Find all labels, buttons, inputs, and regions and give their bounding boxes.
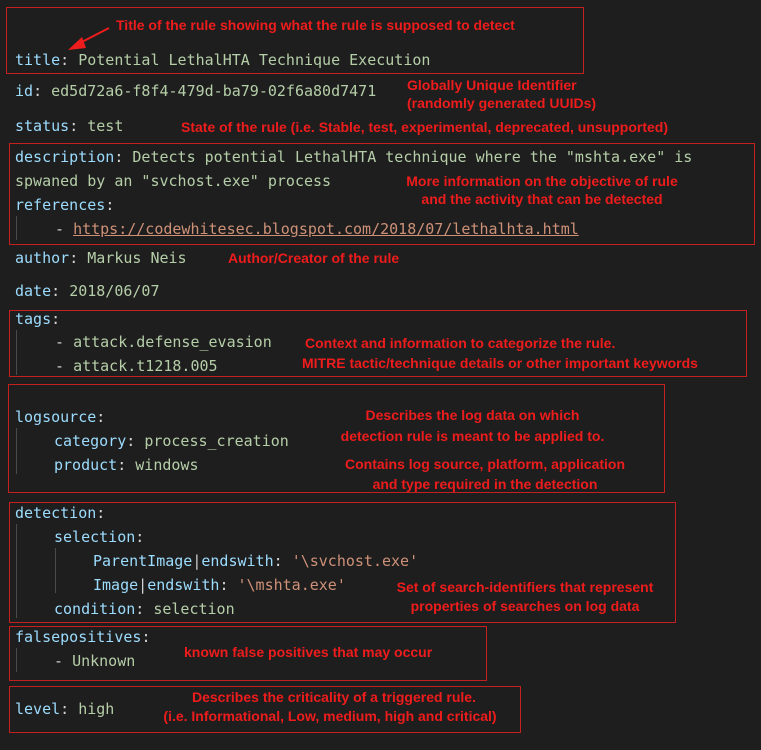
id-value: ed5d72a6-f8f4-479d-ba79-02f6a80d7471	[51, 82, 377, 100]
logsource-note-1: Describes the log data on which	[365, 407, 580, 423]
id-note-2: (randomly generated UUIDs)	[407, 95, 597, 111]
tags-note-1: Context and information to categorize th…	[305, 335, 616, 351]
logsource-note-4: and type required in the detection	[372, 476, 598, 492]
status-line: status: test	[15, 117, 124, 135]
date-line: date: 2018/06/07	[15, 282, 160, 300]
id-key: id	[15, 82, 34, 100]
date-value: 2018/06/07	[69, 282, 160, 300]
logsource-note-3: Contains log source, platform, applicati…	[344, 456, 626, 472]
author-line: author: Markus Neis	[15, 249, 187, 267]
title-note: Title of the rule showing what the rule …	[116, 17, 515, 33]
level-note-2: (i.e. Informational, Low, medium, high a…	[163, 708, 497, 724]
status-value: test	[87, 117, 124, 135]
date-key: date	[15, 282, 52, 300]
detection-note-1: Set of search-identifiers that represent	[396, 579, 654, 595]
id-note-1: Globally Unique Identifier	[407, 77, 577, 93]
author-key: author	[15, 249, 70, 267]
description-note-1: More information on the objective of rul…	[406, 173, 678, 189]
detection-note-2: properties of searches on log data	[410, 598, 640, 614]
id-line: id: ed5d72a6-f8f4-479d-ba79-02f6a80d7471	[15, 82, 377, 100]
status-key: status	[15, 117, 70, 135]
author-value: Markus Neis	[87, 249, 187, 267]
level-note-1: Describes the criticality of a triggered…	[192, 689, 476, 705]
author-note: Author/Creator of the rule	[228, 250, 400, 266]
tags-note-2: MITRE tactic/technique details or other …	[302, 355, 698, 371]
description-note-2: and the activity that can be detected	[421, 191, 663, 207]
falsepositives-note: known false positives that may occur	[184, 644, 433, 660]
logsource-note-2: detection rule is meant to be applied to…	[340, 428, 605, 444]
status-note: State of the rule (i.e. Stable, test, ex…	[181, 119, 668, 135]
